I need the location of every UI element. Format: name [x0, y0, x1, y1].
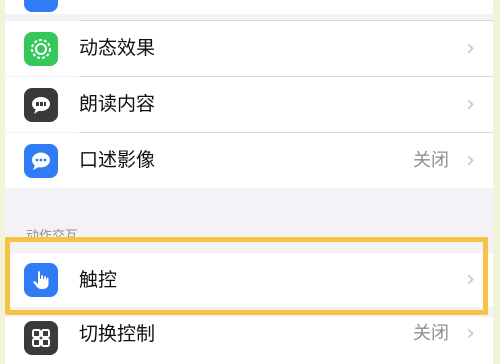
row-label: 显示与文字大小 — [79, 0, 212, 14]
row-value: 关闭 — [413, 150, 449, 171]
row-value: 关闭 — [413, 323, 449, 344]
row-label: 口述影像 — [79, 149, 156, 171]
display-text-icon: AA — [24, 0, 58, 12]
chevron-right-icon: › — [466, 36, 475, 61]
settings-row-switch-control[interactable]: 切换控制 关闭 › — [5, 317, 493, 364]
highlight-frame — [5, 237, 488, 315]
grid-icon — [24, 321, 58, 355]
settings-row-display-text-size[interactable]: AA 显示与文字大小 › — [5, 0, 493, 14]
motion-icon — [24, 31, 58, 66]
row-label: 朗读内容 — [79, 93, 156, 115]
speech-bubble-icon — [24, 87, 58, 122]
row-label: 切换控制 — [79, 323, 156, 345]
message-bubble-icon — [24, 143, 58, 178]
chevron-right-icon: › — [466, 0, 475, 14]
settings-row-audio-descriptions[interactable]: 口述影像 关闭 › — [5, 133, 493, 188]
right-edge-strip — [493, 0, 500, 364]
chevron-right-icon: › — [466, 92, 475, 117]
chevron-right-icon: › — [466, 321, 475, 346]
settings-row-spoken-content[interactable]: 朗读内容 › — [5, 77, 493, 132]
chevron-right-icon: › — [466, 148, 475, 173]
row-label: 动态效果 — [79, 37, 156, 59]
settings-row-motion[interactable]: 动态效果 › — [5, 21, 493, 76]
